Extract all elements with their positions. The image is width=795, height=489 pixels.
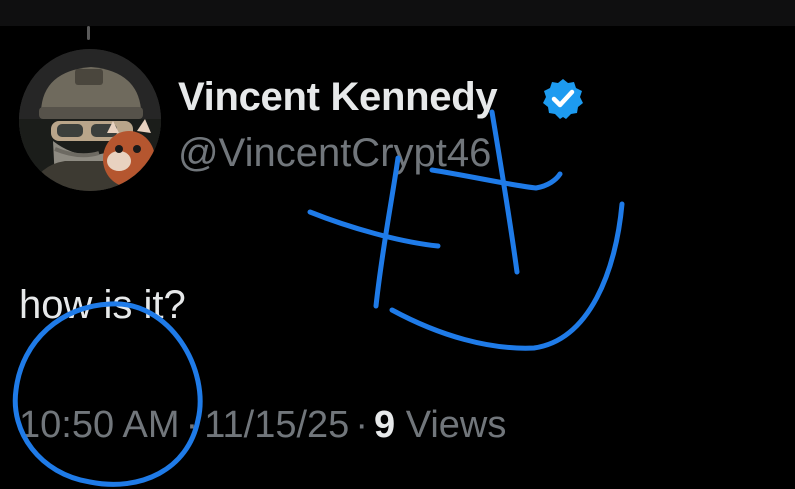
tweet-text: how is it? xyxy=(19,283,186,327)
separator-dot: · xyxy=(355,404,368,446)
avatar[interactable] xyxy=(19,49,161,191)
views-count[interactable]: 9 xyxy=(374,404,395,446)
avatar-image xyxy=(19,49,161,191)
author-handle[interactable]: @VincentCrypt46 xyxy=(178,130,491,176)
annotation-scribble-stroke xyxy=(373,155,401,309)
annotation-scribble-stroke xyxy=(389,201,625,351)
thread-connector-line xyxy=(87,26,90,40)
separator-dot: · xyxy=(185,404,199,446)
annotation-scribble-stroke xyxy=(307,209,441,249)
annotation-scribble-stroke xyxy=(489,109,520,275)
verified-badge-icon xyxy=(543,79,583,119)
author-display-name[interactable]: Vincent Kennedy xyxy=(178,74,498,120)
tweet-meta: 10:50 AM · 11/15/25 · 9 Views xyxy=(19,402,506,448)
tweet-time[interactable]: 10:50 AM xyxy=(19,404,180,446)
tweet-date[interactable]: 11/15/25 xyxy=(204,404,349,446)
annotation-circle xyxy=(12,301,203,487)
views-label[interactable]: Views xyxy=(406,404,507,446)
top-bar xyxy=(0,0,795,26)
